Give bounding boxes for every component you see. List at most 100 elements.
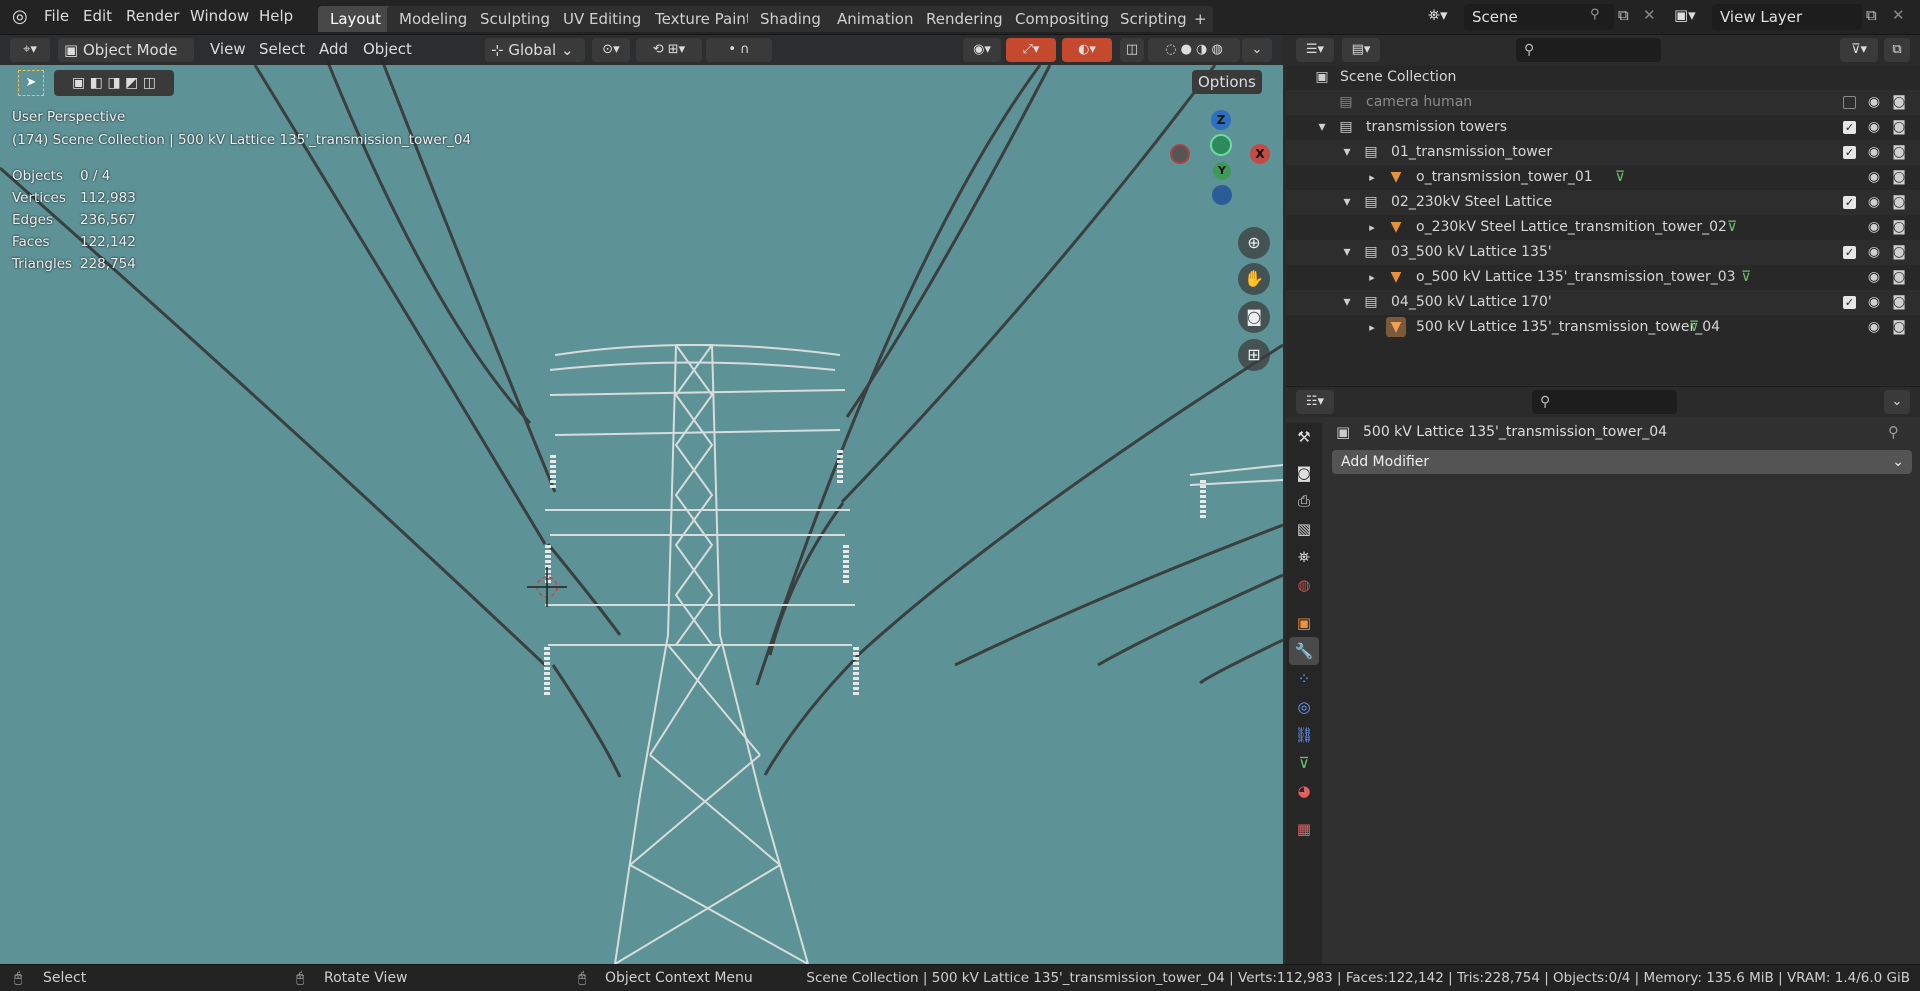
view-layer-selector[interactable]: View Layer <box>1712 4 1862 30</box>
transform-orientation-selector[interactable]: ⊹ Global ⌄ <box>485 38 585 62</box>
expand-arrow-icon[interactable]: ▸ <box>1364 215 1380 240</box>
eye-icon[interactable]: ◉ <box>1866 115 1882 140</box>
xray-icon[interactable]: ◫ <box>1120 38 1144 62</box>
tab-rendering[interactable]: Rendering <box>914 6 1015 32</box>
gizmo-toggle-icon[interactable]: ⤢▾ <box>1006 38 1056 62</box>
view-layer-tab-icon[interactable]: ▧ <box>1289 515 1319 543</box>
menu-add[interactable]: Add <box>319 40 348 58</box>
axis-neg-z-button[interactable] <box>1212 185 1232 205</box>
menu-select[interactable]: Select <box>259 40 305 58</box>
camera-render-icon[interactable]: ◙ <box>1891 115 1907 140</box>
exclude-checkbox[interactable]: ✓ <box>1843 246 1856 259</box>
snap-icon[interactable]: ⟲ ⊞▾ <box>636 38 702 62</box>
camera-render-icon[interactable]: ◙ <box>1891 290 1907 315</box>
new-collection-icon[interactable]: ⧉ <box>1884 38 1910 62</box>
mesh-data-icon[interactable]: ⊽ <box>1612 165 1628 190</box>
pan-hand-icon[interactable]: ✋ <box>1238 263 1270 295</box>
remove-scene-icon[interactable]: ✕ <box>1643 6 1656 24</box>
zoom-icon[interactable]: ⊕ <box>1238 227 1270 259</box>
camera-view-icon[interactable]: ◙ <box>1238 301 1270 333</box>
outliner-row-transmission-towers[interactable]: ▾ ▤ transmission towers ✓ ◉ ◙ <box>1286 115 1920 140</box>
axis-neg-x-button[interactable] <box>1170 144 1190 164</box>
eye-icon[interactable]: ◉ <box>1866 290 1882 315</box>
constraints-tab-icon[interactable]: ⛓ <box>1289 721 1319 749</box>
expand-arrow-icon[interactable]: ▸ <box>1364 265 1380 290</box>
tab-animation[interactable]: Animation <box>825 6 926 32</box>
output-tab-icon[interactable]: ⎙ <box>1289 487 1319 515</box>
outliner-row-04-500kv-lattice-170[interactable]: ▾ ▤ 04_500 kV Lattice 170' ✓ ◉ ◙ <box>1286 290 1920 315</box>
object-tab-icon[interactable]: ▣ <box>1289 609 1319 637</box>
outliner-row-02-230kv-steel-lattice[interactable]: ▾ ▤ 02_230kV Steel Lattice ✓ ◉ ◙ <box>1286 190 1920 215</box>
expand-arrow-icon[interactable]: ▸ <box>1364 315 1380 340</box>
expand-arrow-icon[interactable]: ▸ <box>1364 165 1380 190</box>
options-button[interactable]: Options <box>1192 70 1262 94</box>
menu-edit[interactable]: Edit <box>83 7 112 25</box>
navigation-gizmo[interactable]: Z X Y <box>1170 110 1275 240</box>
tab-compositing[interactable]: Compositing <box>1003 6 1122 32</box>
expand-arrow-icon[interactable]: ▾ <box>1339 190 1355 215</box>
axis-x-button[interactable]: X <box>1250 144 1270 164</box>
outliner-row-o-500kv-tower-03[interactable]: ▸ ▼ o_500 kV Lattice 135'_transmission_t… <box>1286 265 1920 290</box>
tool-tab-icon[interactable]: ⚒ <box>1289 423 1319 451</box>
expand-arrow-icon[interactable]: ▾ <box>1314 115 1330 140</box>
tab-shading[interactable]: Shading <box>748 6 833 32</box>
eye-icon[interactable]: ◉ <box>1866 165 1882 190</box>
outliner-row-01-transmission-tower[interactable]: ▾ ▤ 01_transmission_tower ✓ ◉ ◙ <box>1286 140 1920 165</box>
add-workspace-button[interactable]: + <box>1188 6 1213 32</box>
properties-options-icon[interactable]: ⌄ <box>1884 390 1910 414</box>
mesh-data-icon[interactable]: ⊽ <box>1686 315 1702 340</box>
expand-arrow-icon[interactable]: ▾ <box>1339 140 1355 165</box>
shading-options-icon[interactable]: ⌄ <box>1242 38 1272 62</box>
editor-type-icon[interactable]: ⌖▾ <box>10 38 50 62</box>
camera-render-icon[interactable]: ◙ <box>1891 315 1907 340</box>
eye-icon[interactable]: ◉ <box>1866 140 1882 165</box>
camera-render-icon[interactable]: ◙ <box>1891 265 1907 290</box>
modifiers-tab-icon[interactable]: 🔧 <box>1289 637 1319 665</box>
outliner-row-03-500kv-lattice-135[interactable]: ▾ ▤ 03_500 kV Lattice 135' ✓ ◉ ◙ <box>1286 240 1920 265</box>
new-view-layer-icon[interactable]: ⧉ <box>1866 6 1877 24</box>
expand-arrow-icon[interactable]: ▾ <box>1339 240 1355 265</box>
select-mode-icons[interactable]: ▣ ◧ ◨ ◩ ◫ <box>54 70 174 96</box>
tab-uv-editing[interactable]: UV Editing <box>551 6 654 32</box>
menu-view[interactable]: View <box>210 40 246 58</box>
scene-icon[interactable]: ⛯▾ <box>1428 6 1448 24</box>
eye-icon[interactable]: ◉ <box>1866 90 1882 115</box>
pin-icon[interactable]: ⚲ <box>1888 423 1899 441</box>
proportional-edit-icon[interactable]: • ∩ <box>706 38 772 62</box>
texture-tab-icon[interactable]: ▦ <box>1289 815 1319 843</box>
exclude-checkbox[interactable]: ✓ <box>1843 296 1856 309</box>
scene-tab-icon[interactable]: ⛯ <box>1289 543 1319 571</box>
pivot-point-icon[interactable]: ⊙▾ <box>592 38 630 62</box>
outliner-row-scene-collection[interactable]: ▣ Scene Collection <box>1286 65 1920 90</box>
outliner-editor-type-icon[interactable]: ☰▾ <box>1296 38 1334 62</box>
eye-icon[interactable]: ◉ <box>1866 315 1882 340</box>
outliner-row-camera-human[interactable]: ▤ camera human ◉ ◙ <box>1286 90 1920 115</box>
properties-search-input[interactable]: ⚲ <box>1532 390 1677 414</box>
axis-y-button[interactable]: Y <box>1213 162 1231 180</box>
menu-window[interactable]: Window <box>190 7 249 25</box>
physics-tab-icon[interactable]: ◎ <box>1289 693 1319 721</box>
eye-icon[interactable]: ◉ <box>1866 240 1882 265</box>
menu-render[interactable]: Render <box>126 7 179 25</box>
view-layer-icon[interactable]: ▣▾ <box>1674 6 1696 24</box>
exclude-checkbox[interactable]: ✓ <box>1843 196 1856 209</box>
remove-view-layer-icon[interactable]: ✕ <box>1892 6 1905 24</box>
outliner-row-o-transmission-tower-01[interactable]: ▸ ▼ o_transmission_tower_01 ⊽ ◉ ◙ <box>1286 165 1920 190</box>
outliner-search-input[interactable]: ⚲ <box>1516 38 1661 62</box>
3d-viewport[interactable]: ⌖▾ ▣ Object Mode ⌄ View Select Add Objec… <box>0 35 1283 964</box>
tab-modeling[interactable]: Modeling <box>387 6 480 32</box>
mesh-data-icon[interactable]: ⊽ <box>1738 265 1754 290</box>
exclude-checkbox[interactable] <box>1843 96 1856 109</box>
blender-logo-icon[interactable]: ◎ <box>12 6 28 27</box>
render-tab-icon[interactable]: ◙ <box>1289 459 1319 487</box>
axis-z-button[interactable]: Z <box>1211 110 1231 130</box>
tab-scripting[interactable]: Scripting <box>1108 6 1199 32</box>
particles-tab-icon[interactable]: ⁘ <box>1289 665 1319 693</box>
mode-selector[interactable]: ▣ Object Mode ⌄ <box>58 38 194 83</box>
world-tab-icon[interactable]: ◍ <box>1289 571 1319 599</box>
new-scene-icon[interactable]: ⧉ <box>1618 6 1629 24</box>
outliner-row-o-230kv-tower-02[interactable]: ▸ ▼ o_230kV Steel Lattice_transmition_to… <box>1286 215 1920 240</box>
tab-layout[interactable]: Layout <box>318 6 393 32</box>
tab-sculpting[interactable]: Sculpting <box>468 6 563 32</box>
pin-icon[interactable]: ⚲ <box>1590 7 1600 22</box>
